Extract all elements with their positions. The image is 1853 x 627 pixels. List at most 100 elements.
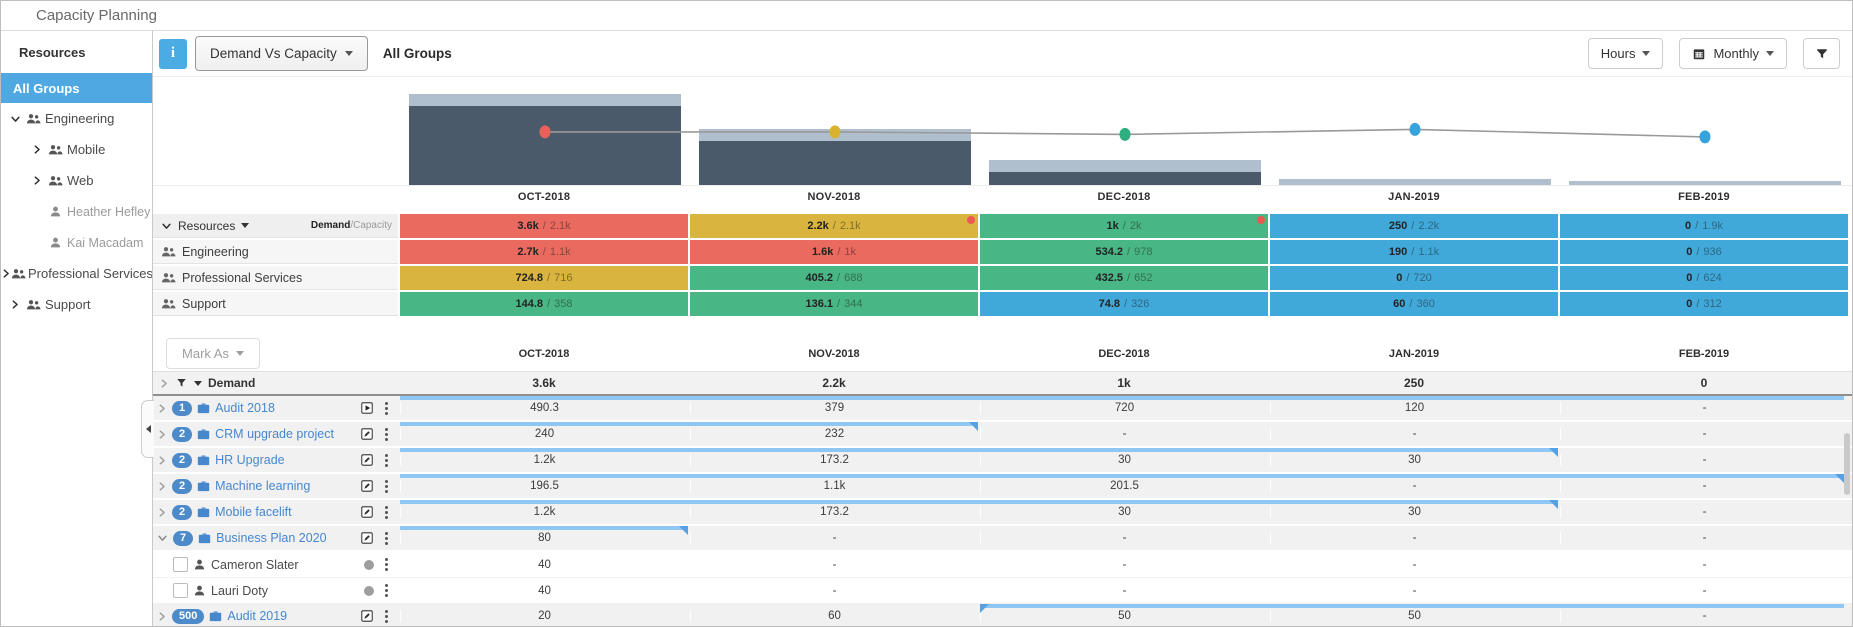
capacity-cell[interactable]: 60/360 [1270, 292, 1558, 316]
capacity-point-info[interactable] [1699, 130, 1711, 144]
project-name-link[interactable]: CRM upgrade project [215, 427, 334, 441]
capacity-cell[interactable]: 1.6k/1k [690, 240, 978, 264]
project-row-mobile-facelift[interactable]: 2 Mobile facelift 1.2k 173.2 30 30- [153, 500, 1852, 526]
row-menu-icon[interactable] [385, 558, 388, 571]
capacity-cell[interactable]: 1k/2k [980, 214, 1268, 238]
person-checkbox[interactable] [173, 557, 188, 572]
allocation-value: - [1560, 558, 1848, 571]
row-menu-icon[interactable] [385, 427, 388, 441]
sidebar-item-engineering[interactable]: Engineering [1, 103, 152, 134]
capacity-value: 688 [844, 272, 863, 284]
project-name-link[interactable]: Mobile facelift [215, 505, 291, 519]
demand-value: 2.2k [807, 220, 829, 232]
capacity-cell[interactable]: 432.5/652 [980, 266, 1268, 290]
person-icon [194, 559, 205, 570]
capacity-cell[interactable]: 534.2/978 [980, 240, 1268, 264]
filter-button[interactable] [1803, 38, 1840, 69]
sidebar-item-heather-hefley[interactable]: Heather Hefley [1, 196, 152, 227]
project-name-link[interactable]: HR Upgrade [215, 453, 284, 467]
allocation-value: 30 [980, 454, 1268, 466]
play-button[interactable] [360, 401, 374, 415]
demand-value: 405.2 [805, 272, 834, 284]
period-dropdown[interactable]: Monthly [1679, 38, 1787, 69]
capacity-cell[interactable]: 0/624 [1560, 266, 1848, 290]
capacity-table-header[interactable]: Resources Demand/Capacity [153, 214, 398, 238]
edit-button[interactable] [360, 505, 374, 519]
capacity-cell[interactable]: 724.8/716 [400, 266, 688, 290]
edit-button[interactable] [360, 479, 374, 493]
capacity-cell[interactable]: 0/312 [1560, 292, 1848, 316]
row-menu-icon[interactable] [385, 505, 388, 519]
row-menu-icon[interactable] [385, 453, 388, 467]
capacity-cell[interactable]: 2.7k/1.1k [400, 240, 688, 264]
view-mode-dropdown[interactable]: Demand Vs Capacity [195, 36, 368, 71]
sidebar-item-support[interactable]: Support [1, 289, 152, 320]
capacity-cell[interactable]: 74.8/326 [980, 292, 1268, 316]
capacity-point-info[interactable] [1409, 122, 1421, 136]
sidebar-item-all-groups[interactable]: All Groups [1, 73, 152, 103]
allocation-value: - [980, 532, 1268, 544]
project-row-audit-2018[interactable]: 1 Audit 2018 490.3 379 720 120- [153, 396, 1852, 422]
capacity-point-warning[interactable] [829, 125, 841, 139]
capacity-cell[interactable]: 250/2.2k [1270, 214, 1558, 238]
capacity-point-ok[interactable] [1119, 127, 1131, 141]
project-name-link[interactable]: Machine learning [215, 479, 310, 493]
capacity-cell[interactable]: 190/1.1k [1270, 240, 1558, 264]
edit-icon [361, 610, 373, 622]
edit-button[interactable] [360, 453, 374, 467]
person-checkbox[interactable] [173, 583, 188, 598]
capacity-point-critical[interactable] [539, 125, 551, 139]
demand-value: 0 [1686, 298, 1693, 310]
row-menu-icon[interactable] [385, 401, 388, 415]
capacity-cell[interactable]: 405.2/688 [690, 266, 978, 290]
capacity-cell[interactable]: 136.1/344 [690, 292, 978, 316]
edit-button[interactable] [360, 531, 374, 545]
units-dropdown[interactable]: Hours [1587, 38, 1664, 69]
capacity-row-label[interactable]: Professional Services [153, 266, 398, 290]
info-icon[interactable]: i [159, 38, 187, 69]
capacity-cell[interactable]: 144.8/358 [400, 292, 688, 316]
row-menu-icon[interactable] [385, 479, 388, 493]
capacity-cell[interactable]: 2.2k/2.1k [690, 214, 978, 238]
capacity-row-label[interactable]: Engineering [153, 240, 398, 264]
chevron-right-icon [12, 300, 18, 309]
capacity-cell[interactable]: 0/936 [1560, 240, 1848, 264]
project-row-crm-upgrade-project[interactable]: 2 CRM upgrade project 240 232- - - [153, 422, 1852, 448]
edit-button[interactable] [360, 609, 374, 623]
resources-header-label: Resources [178, 218, 236, 233]
capacity-row-label[interactable]: Support [153, 292, 398, 316]
project-row-audit-2019[interactable]: 500 Audit 2019 20 60 50 50- [153, 604, 1852, 626]
person-row-cameron-slater[interactable]: Cameron Slater 40- - - - [153, 552, 1852, 578]
allocation-count-badge: 2 [172, 478, 193, 494]
sidebar-item-web[interactable]: Web [1, 165, 152, 196]
sidebar-collapse-handle[interactable] [141, 400, 154, 458]
capacity-cell[interactable]: 0/1.9k [1560, 214, 1848, 238]
allocation-value: - [1270, 558, 1558, 571]
vertical-scrollbar-thumb[interactable] [1844, 433, 1850, 495]
mark-as-dropdown[interactable]: Mark As [166, 338, 260, 369]
resources-sidebar: Resources All Groups Engineering Mobile Web… [1, 31, 153, 626]
month-label: NOV-2018 [808, 347, 860, 360]
row-menu-icon[interactable] [385, 609, 388, 623]
allocation-count-badge: 500 [172, 608, 205, 624]
project-row-hr-upgrade[interactable]: 2 HR Upgrade 1.2k 173.2 30 30- [153, 448, 1852, 474]
project-name-link[interactable]: Audit 2018 [215, 401, 275, 415]
person-row-lauri-doty[interactable]: Lauri Doty 40- - - - [153, 578, 1852, 604]
row-menu-icon[interactable] [385, 584, 388, 597]
chevron-right-icon [161, 378, 167, 388]
capacity-cell[interactable]: 3.6k/2.1k [400, 214, 688, 238]
capacity-cell[interactable]: 0/720 [1270, 266, 1558, 290]
project-row-business-plan-2020[interactable]: 7 Business Plan 2020 80- - - - [153, 526, 1852, 552]
allocation-value: 196.5 [400, 480, 688, 492]
sidebar-item-mobile[interactable]: Mobile [1, 134, 152, 165]
demand-value: 74.8 [1098, 298, 1120, 310]
project-row-machine-learning[interactable]: 2 Machine learning 196.5 1.1k 201.5- - [153, 474, 1852, 500]
allocation-value: 30 [1270, 506, 1558, 518]
project-name-link[interactable]: Audit 2019 [227, 609, 287, 623]
project-name-link[interactable]: Business Plan 2020 [216, 531, 327, 545]
row-menu-icon[interactable] [385, 531, 388, 545]
sidebar-item-kai-macadam[interactable]: Kai Macadam [1, 227, 152, 258]
sidebar-item-label: All Groups [13, 80, 80, 96]
sidebar-item-professional-services[interactable]: Professional Services [1, 258, 152, 289]
edit-button[interactable] [360, 427, 374, 441]
